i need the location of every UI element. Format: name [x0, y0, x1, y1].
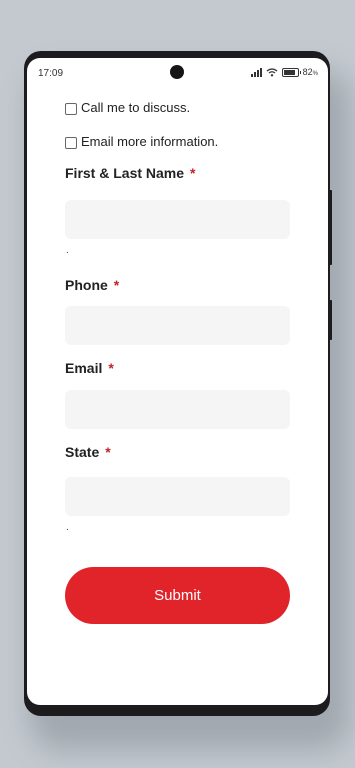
state-field-note: .	[66, 522, 69, 533]
required-mark: *	[108, 360, 114, 376]
email-field-label: Email *	[65, 360, 114, 376]
call-me-option[interactable]: Call me to discuss.	[65, 100, 190, 115]
status-bar: 17:09 82%	[27, 58, 328, 88]
state-field-label: State *	[65, 444, 111, 460]
phone-field-label: Phone *	[65, 277, 120, 293]
status-icons: 82%	[250, 67, 318, 77]
phone-input[interactable]	[65, 306, 290, 345]
required-mark: *	[105, 444, 111, 460]
volume-button	[329, 300, 332, 340]
submit-button[interactable]: Submit	[65, 567, 290, 624]
battery-percentage: 82%	[302, 67, 318, 77]
call-me-checkbox[interactable]	[65, 103, 77, 115]
name-field-label: First & Last Name *	[65, 165, 196, 181]
email-info-option[interactable]: Email more information.	[65, 134, 218, 149]
battery-icon	[281, 67, 301, 77]
required-mark: *	[190, 165, 196, 181]
name-input[interactable]	[65, 200, 290, 239]
email-input[interactable]	[65, 390, 290, 429]
call-me-label: Call me to discuss.	[81, 100, 191, 115]
state-input[interactable]	[65, 477, 290, 516]
power-button	[329, 190, 332, 265]
status-time: 17:09	[38, 68, 64, 79]
email-info-checkbox[interactable]	[65, 137, 77, 149]
email-info-label: Email more information.	[81, 134, 219, 149]
name-field-note: .	[66, 245, 69, 256]
signal-icon	[250, 67, 262, 77]
camera-cutout	[170, 65, 184, 79]
phone-screen: 17:09 82% Call me to discuss. Email more…	[27, 58, 328, 705]
required-mark: *	[113, 277, 120, 293]
wifi-icon	[266, 67, 278, 76]
